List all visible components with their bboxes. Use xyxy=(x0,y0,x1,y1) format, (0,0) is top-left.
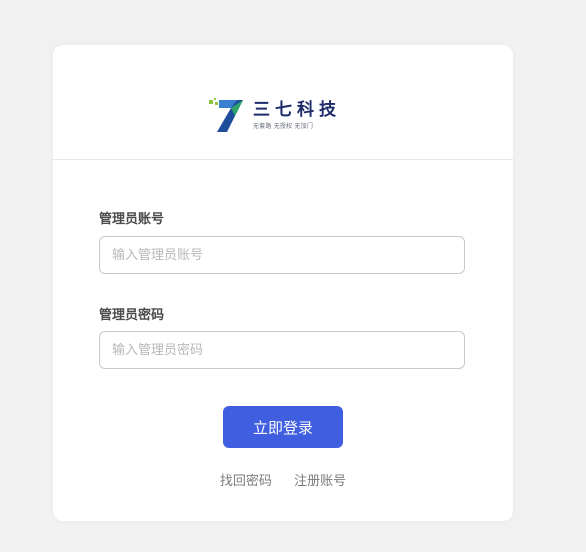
register-link[interactable]: 注册账号 xyxy=(294,474,346,489)
username-label: 管理员账号 xyxy=(99,212,165,227)
auth-links: 找回密码 注册账号 xyxy=(53,470,513,489)
forgot-password-link[interactable]: 找回密码 xyxy=(220,474,272,489)
login-button[interactable]: 立即登录 xyxy=(223,406,343,448)
password-input[interactable] xyxy=(99,331,465,369)
username-input[interactable] xyxy=(99,236,465,274)
password-label: 管理员密码 xyxy=(99,308,165,323)
brand-logo: 三七科技 无套路 无授权 无加门 xyxy=(207,98,341,134)
brand-name: 三七科技 xyxy=(253,100,341,120)
brand-logo-mark-icon xyxy=(209,98,243,132)
card-header: 三七科技 无套路 无授权 无加门 xyxy=(53,45,513,160)
brand-slogan: 无套路 无授权 无加门 xyxy=(253,123,314,130)
login-card: 三七科技 无套路 无授权 无加门 管理员账号 管理员密码 立即登录 找回密码 注… xyxy=(53,45,513,521)
